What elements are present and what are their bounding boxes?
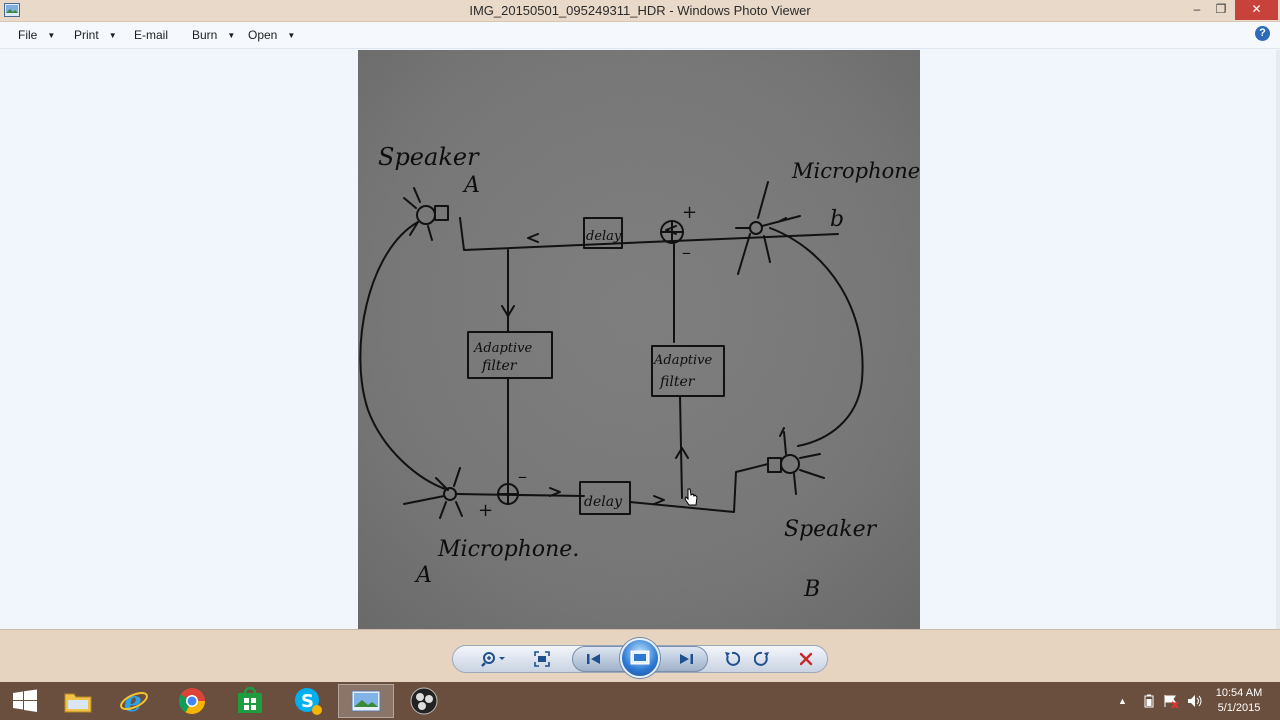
speaker-b-label: Speaker — [784, 517, 878, 542]
chevron-down-icon: ▼ — [287, 31, 296, 40]
photo-image[interactable]: Speaker A Microphone b Microphone. A Spe… — [358, 50, 920, 629]
svg-text:e: e — [124, 686, 142, 716]
next-icon — [680, 654, 693, 664]
next-button[interactable] — [676, 650, 696, 668]
sum-bottom-plus: + — [478, 500, 493, 521]
network-flag-icon[interactable] — [1163, 694, 1179, 708]
taskbar-file-explorer[interactable] — [50, 684, 106, 718]
rotate-counterclockwise-button[interactable] — [722, 650, 742, 668]
slideshow-button[interactable] — [620, 638, 660, 678]
windows-taskbar: e S ▲ 10:54 AM 5/1/2015 — [0, 682, 1280, 720]
menu-print[interactable]: Print ▼ — [74, 28, 117, 42]
chevron-down-icon: ▼ — [108, 31, 117, 40]
taskbar-internet-explorer[interactable]: e — [106, 684, 162, 718]
fit-window-button[interactable] — [532, 650, 552, 668]
clock-date: 5/1/2015 — [1217, 702, 1261, 714]
sum-top-minus: – — [682, 242, 691, 263]
taskbar-chrome[interactable] — [164, 684, 220, 718]
minimize-button[interactable]: – — [1186, 0, 1208, 20]
title-bar: IMG_20150501_095249311_HDR - Windows Pho… — [0, 0, 1280, 22]
chevron-down-icon: ▼ — [227, 31, 236, 40]
close-button[interactable]: ✕ — [1235, 0, 1278, 20]
maximize-button[interactable]: ❐ — [1210, 0, 1232, 20]
sum-bottom-minus: – — [518, 466, 527, 487]
taskbar-obs[interactable] — [396, 684, 452, 718]
zoom-icon — [481, 652, 505, 667]
rotate-counterclockwise-icon — [725, 651, 740, 666]
microphone-b-letter: b — [830, 207, 844, 232]
help-icon[interactable]: ? — [1255, 26, 1270, 41]
menu-file[interactable]: File ▼ — [18, 28, 55, 42]
folder-icon — [64, 693, 92, 713]
svg-text:S: S — [301, 691, 314, 712]
window-title: IMG_20150501_095249311_HDR - Windows Pho… — [469, 3, 811, 18]
menu-burn[interactable]: Burn ▼ — [192, 28, 235, 42]
fit-window-icon — [534, 651, 550, 667]
rotate-clockwise-button[interactable] — [752, 650, 772, 668]
microphone-b-label: Microphone — [791, 159, 920, 183]
menu-open-label: Open — [248, 28, 278, 42]
menu-bar: File ▼ Print ▼ E-mail Burn ▼ Open ▼ ? — [0, 22, 1280, 49]
delay-bottom-label: delay — [584, 494, 623, 510]
previous-icon — [587, 654, 600, 664]
microphone-a-letter: A — [414, 563, 432, 588]
menu-email[interactable]: E-mail — [134, 28, 168, 42]
delete-icon — [799, 652, 813, 666]
previous-button[interactable] — [584, 650, 604, 668]
menu-burn-label: Burn — [192, 28, 218, 42]
start-button[interactable] — [0, 684, 50, 718]
filter-right-line2: filter — [659, 374, 696, 390]
chevron-down-icon: ▼ — [47, 31, 56, 40]
taskbar-photo-viewer[interactable] — [338, 684, 394, 718]
show-hidden-icons-icon[interactable]: ▲ — [1118, 696, 1127, 706]
speaker-a-letter: A — [462, 173, 480, 198]
system-tray: ▲ — [1118, 682, 1203, 720]
delay-top-label: delay — [586, 229, 622, 244]
menu-email-label: E-mail — [134, 28, 169, 42]
clock-time: 10:54 AM — [1215, 687, 1263, 699]
internet-explorer-icon: e — [120, 686, 148, 716]
menu-file-label: File — [18, 28, 38, 42]
taskbar-store[interactable] — [222, 684, 278, 718]
chrome-icon — [178, 688, 206, 715]
speaker-b-letter: B — [803, 577, 820, 602]
photo-viewer-icon — [351, 690, 381, 712]
battery-icon[interactable] — [1143, 694, 1155, 708]
filter-left-line2: filter — [481, 358, 518, 374]
menu-print-label: Print — [74, 28, 99, 42]
filter-right-line1: Adaptive — [653, 353, 713, 368]
speaker-a-label: Speaker — [378, 143, 480, 171]
microphone-a-label: Microphone. — [437, 537, 579, 562]
menu-open[interactable]: Open ▼ — [248, 28, 295, 42]
windows-logo-icon — [13, 689, 37, 712]
skype-icon: S — [295, 688, 322, 715]
vertical-scrollbar[interactable] — [1276, 50, 1280, 629]
delete-button[interactable] — [796, 650, 816, 668]
taskbar-skype[interactable]: S — [280, 684, 336, 718]
store-icon — [238, 687, 262, 713]
obs-icon — [410, 687, 438, 715]
viewer-control-bar — [0, 629, 1280, 682]
slideshow-icon — [630, 650, 650, 665]
taskbar-clock[interactable]: 10:54 AM 5/1/2015 — [1205, 686, 1273, 716]
zoom-button[interactable] — [478, 650, 508, 668]
rotate-clockwise-icon — [754, 651, 769, 666]
volume-icon[interactable] — [1187, 694, 1203, 708]
image-viewer-area: Speaker A Microphone b Microphone. A Spe… — [0, 50, 1280, 629]
sum-top-plus: + — [682, 202, 697, 223]
filter-left-line1: Adaptive — [473, 341, 533, 356]
